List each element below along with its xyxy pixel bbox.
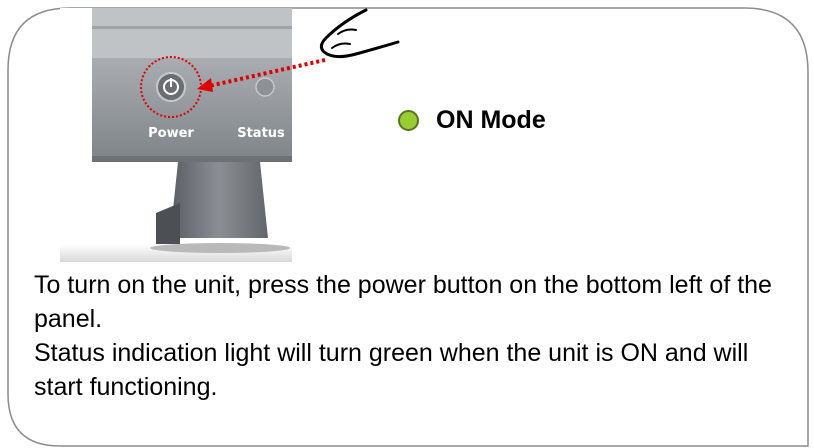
pointing-hand-icon: [319, 8, 400, 59]
status-label: Status: [237, 126, 285, 141]
instruction-paragraph-1: To turn on the unit, press the power but…: [34, 271, 772, 333]
power-label: Power: [148, 126, 194, 141]
instruction-paragraph-2: Status indication light will turn green …: [34, 339, 749, 401]
panel-labels: Power Status: [148, 126, 285, 141]
on-mode-legend: ON Mode: [398, 106, 546, 135]
on-mode-label: ON Mode: [436, 106, 546, 134]
green-status-dot: [398, 110, 419, 131]
instructions: To turn on the unit, press the power but…: [34, 268, 794, 404]
